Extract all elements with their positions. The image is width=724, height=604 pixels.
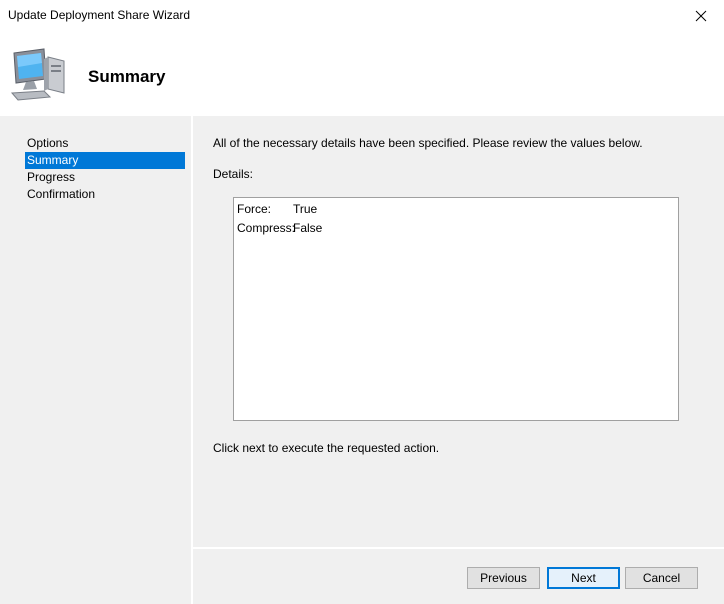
computer-icon xyxy=(10,48,65,101)
steps-list: Options Summary Progress Confirmation xyxy=(25,135,185,203)
details-key: Compress: xyxy=(237,221,296,235)
main-panel: All of the necessary details have been s… xyxy=(193,116,724,604)
next-button[interactable]: Next xyxy=(547,567,620,589)
previous-button[interactable]: Previous xyxy=(467,567,540,589)
cancel-button[interactable]: Cancel xyxy=(625,567,698,589)
wizard-steps-sidebar: Options Summary Progress Confirmation xyxy=(0,116,191,604)
close-icon xyxy=(695,10,707,22)
page-title: Summary xyxy=(88,67,166,86)
details-value: False xyxy=(293,221,323,235)
close-button[interactable] xyxy=(678,0,724,32)
sidebar-item-confirmation[interactable]: Confirmation xyxy=(25,186,185,203)
hint-text: Click next to execute the requested acti… xyxy=(213,441,440,455)
wizard-header: Summary xyxy=(0,32,724,116)
intro-text: All of the necessary details have been s… xyxy=(213,136,643,150)
details-label: Details: xyxy=(213,167,254,181)
details-textbox[interactable]: Force: True Compress: False xyxy=(233,197,679,421)
wizard-body: Options Summary Progress Confirmation Al… xyxy=(0,116,724,604)
sidebar-item-summary[interactable]: Summary xyxy=(25,152,185,169)
window-title: Update Deployment Share Wizard xyxy=(8,8,191,22)
footer-divider xyxy=(193,547,724,549)
details-key: Force: xyxy=(237,202,272,216)
details-value: True xyxy=(293,202,318,216)
sidebar-item-options[interactable]: Options xyxy=(25,135,185,152)
sidebar-item-progress[interactable]: Progress xyxy=(25,169,185,186)
title-bar: Update Deployment Share Wizard xyxy=(0,0,724,32)
